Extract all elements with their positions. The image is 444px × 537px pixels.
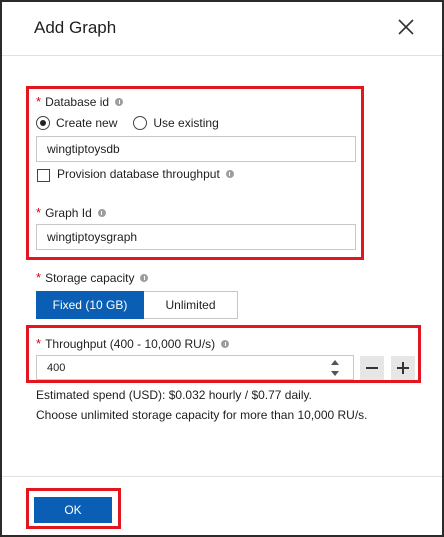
info-icon[interactable]	[225, 170, 234, 178]
storage-capacity-label: * Storage capacity	[36, 270, 149, 285]
dialog-header: Add Graph	[2, 2, 442, 56]
dialog-title: Add Graph	[34, 18, 117, 37]
plus-icon[interactable]	[391, 356, 415, 380]
minus-icon[interactable]	[360, 356, 384, 380]
storage-unlimited-button[interactable]: Unlimited	[144, 291, 238, 319]
info-icon[interactable]	[221, 339, 230, 348]
spin-up-icon[interactable]	[331, 360, 339, 365]
provision-throughput-checkbox[interactable]	[37, 169, 50, 182]
storage-capacity-toggle: Fixed (10 GB) Unlimited	[36, 291, 238, 319]
info-icon[interactable]	[115, 97, 124, 106]
database-id-label: * Database id	[36, 94, 124, 109]
database-mode-radios: Create new Use existing	[36, 114, 235, 132]
radio-create-new-label[interactable]: Create new	[56, 116, 117, 130]
required-asterisk: *	[36, 336, 42, 351]
info-icon[interactable]	[140, 273, 149, 282]
spin-down-icon[interactable]	[331, 371, 339, 376]
close-icon[interactable]	[396, 17, 416, 37]
radio-create-new[interactable]	[36, 116, 50, 130]
storage-fixed-button[interactable]: Fixed (10 GB)	[36, 291, 144, 319]
required-asterisk: *	[36, 270, 42, 285]
provision-throughput-label: Provision database throughput	[57, 167, 234, 181]
throughput-spin-arrows[interactable]	[328, 360, 342, 376]
database-id-input[interactable]: wingtiptoysdb	[36, 136, 356, 162]
info-icon[interactable]	[97, 208, 106, 217]
footer-divider	[2, 476, 442, 477]
unlimited-note-text: Choose unlimited storage capacity for mo…	[36, 408, 368, 422]
graph-id-label: * Graph Id	[36, 205, 106, 220]
ok-button[interactable]: OK	[34, 497, 112, 523]
graph-id-input[interactable]: wingtiptoysgraph	[36, 224, 356, 250]
add-graph-dialog: Add Graph * Database id Create new Use e…	[0, 0, 444, 537]
estimated-spend-text: Estimated spend (USD): $0.032 hourly / $…	[36, 388, 312, 402]
required-asterisk: *	[36, 205, 42, 220]
radio-use-existing-label[interactable]: Use existing	[153, 116, 218, 130]
throughput-label: * Throughput (400 - 10,000 RU/s)	[36, 336, 230, 351]
radio-use-existing[interactable]	[133, 116, 148, 130]
required-asterisk: *	[36, 94, 42, 109]
throughput-input[interactable]: 400	[36, 355, 354, 380]
